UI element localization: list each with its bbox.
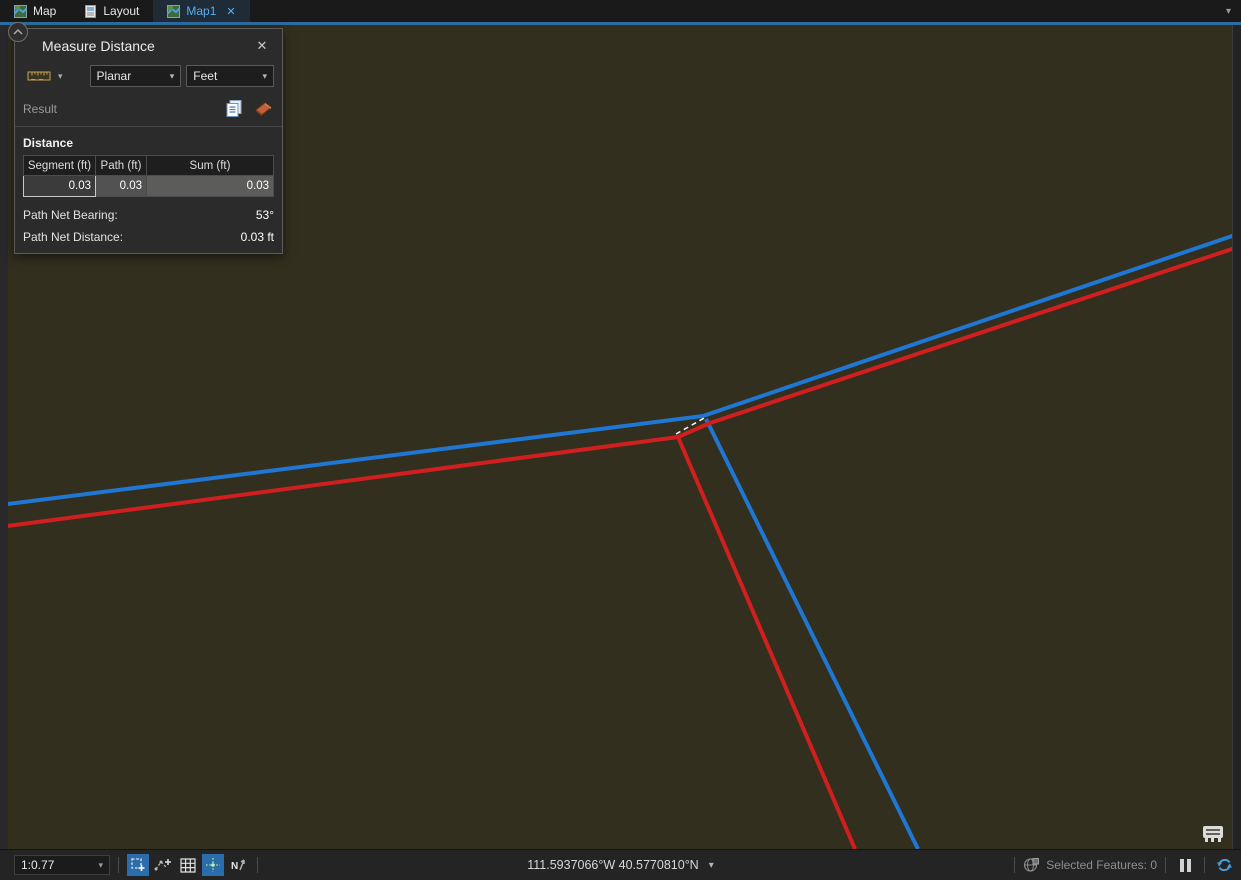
path-net-bearing-value: 53° xyxy=(256,208,274,222)
dialog-title-bar[interactable]: Measure Distance ✕ xyxy=(15,29,282,63)
path-net-bearing-label: Path Net Bearing: xyxy=(23,208,118,222)
map-thumbnail-icon xyxy=(167,5,180,18)
divider xyxy=(1165,857,1166,873)
clear-results-eraser-icon[interactable] xyxy=(253,100,274,117)
refresh-view-button[interactable] xyxy=(1213,854,1235,876)
path-value-cell: 0.03 xyxy=(96,176,147,197)
coordinate-value: 111.5937066°W 40.5770810°N xyxy=(527,858,698,872)
chevron-up-icon xyxy=(12,28,24,36)
extent-add-toggle[interactable] xyxy=(127,854,149,876)
snapping-toggle[interactable] xyxy=(202,854,224,876)
tab-map[interactable]: Map xyxy=(0,0,70,22)
chevron-down-icon: ▾ xyxy=(262,71,267,82)
map-thumbnail-icon xyxy=(14,5,27,18)
blue-line-branch xyxy=(706,419,918,849)
measure-unit-value: Feet xyxy=(193,69,217,83)
divider xyxy=(257,857,258,873)
chevron-down-icon: ▾ xyxy=(709,860,714,871)
path-net-bearing-row: Path Net Bearing: 53° xyxy=(15,204,282,226)
close-icon[interactable]: ✕ xyxy=(252,36,272,56)
tab-map1-label: Map1 xyxy=(186,4,216,18)
sum-column-header: Sum (ft) xyxy=(147,156,274,176)
tab-map-label: Map xyxy=(33,4,56,18)
path-net-distance-label: Path Net Distance: xyxy=(23,230,123,244)
segment-column-header: Segment (ft) xyxy=(24,156,96,176)
coordinate-display[interactable]: 111.5937066°W 40.5770810°N ▾ xyxy=(527,858,714,872)
distance-table-value-row: 0.03 0.03 0.03 xyxy=(24,176,274,197)
north-arrow-icon: N xyxy=(229,857,247,873)
map-scale-value: 1:0.77 xyxy=(21,858,54,872)
blue-line-main xyxy=(0,233,1241,505)
red-feature-line xyxy=(0,246,1241,849)
chevron-down-icon: ▾ xyxy=(58,71,63,82)
status-bar: 1:0.77 ▾ xyxy=(0,849,1241,880)
divider xyxy=(1014,857,1015,873)
collapse-overlay-button[interactable] xyxy=(8,22,28,42)
ruler-icon xyxy=(27,69,51,83)
chevron-down-icon: ▾ xyxy=(170,71,175,82)
blue-feature-line xyxy=(0,233,1241,849)
measure-distance-dialog: Measure Distance ✕ ▾ Planar ▾ Feet ▾ xyxy=(14,28,283,254)
attribute-table-overlay-button[interactable] xyxy=(1199,822,1227,846)
dashed-extent-plus-icon xyxy=(130,857,146,873)
red-line-main xyxy=(0,246,1241,527)
sketch-plus-icon xyxy=(154,857,172,873)
map-scale-combobox[interactable]: 1:0.77 ▾ xyxy=(14,855,110,875)
left-pane-edge xyxy=(0,25,8,849)
distance-section-label: Distance xyxy=(15,127,282,154)
globe-selection-icon xyxy=(1023,857,1040,873)
tab-layout-label: Layout xyxy=(103,4,139,18)
divider xyxy=(118,857,119,873)
measure-unit-select[interactable]: Feet ▾ xyxy=(186,65,274,87)
refresh-icon xyxy=(1216,857,1233,873)
sum-value-cell: 0.03 xyxy=(147,176,274,197)
path-net-distance-row: Path Net Distance: 0.03 ft xyxy=(15,226,282,253)
dialog-title: Measure Distance xyxy=(42,38,155,54)
distance-table-header-row: Segment (ft) Path (ft) Sum (ft) xyxy=(24,156,274,176)
result-label: Result xyxy=(23,102,57,116)
arcgis-pro-window: Map Layout Map1 ✕ ▾ xyxy=(0,0,1241,880)
svg-text:N: N xyxy=(231,861,238,872)
tab-close-icon[interactable]: ✕ xyxy=(226,5,235,18)
status-bar-right: Selected Features: 0 xyxy=(1006,854,1235,876)
status-toggle-icons: N xyxy=(127,854,249,876)
tab-layout[interactable]: Layout xyxy=(70,0,153,22)
divider xyxy=(1204,857,1205,873)
measure-mode-button[interactable]: ▾ xyxy=(23,67,67,85)
red-line-branch xyxy=(678,437,855,849)
tab-overflow-chevron-icon[interactable]: ▾ xyxy=(1216,0,1241,22)
measure-type-select[interactable]: Planar ▾ xyxy=(90,65,182,87)
result-row: Result xyxy=(15,95,282,127)
layout-thumbnail-icon xyxy=(84,5,97,18)
pause-icon xyxy=(1180,859,1191,872)
measure-toolbar: ▾ Planar ▾ Feet ▾ xyxy=(15,63,282,95)
pause-drawing-button[interactable] xyxy=(1174,854,1196,876)
path-column-header: Path (ft) xyxy=(96,156,147,176)
path-net-distance-value: 0.03 ft xyxy=(241,230,274,244)
selected-features-indicator[interactable]: Selected Features: 0 xyxy=(1023,857,1157,873)
view-tab-bar: Map Layout Map1 ✕ ▾ xyxy=(0,0,1241,22)
segment-value-cell[interactable]: 0.03 xyxy=(24,176,96,197)
sketch-add-toggle[interactable] xyxy=(152,854,174,876)
tab-map1[interactable]: Map1 ✕ xyxy=(153,0,249,22)
table-icon xyxy=(1200,823,1226,845)
grid-icon xyxy=(180,858,196,873)
snapping-dots-icon xyxy=(205,857,221,873)
measure-type-value: Planar xyxy=(97,69,132,83)
right-pane-edge xyxy=(1232,25,1241,849)
grid-toggle[interactable] xyxy=(177,854,199,876)
north-arrow-toggle[interactable]: N xyxy=(227,854,249,876)
distance-table: Segment (ft) Path (ft) Sum (ft) 0.03 0.0… xyxy=(23,155,274,197)
chevron-down-icon: ▾ xyxy=(98,860,103,871)
selected-features-label: Selected Features: 0 xyxy=(1046,858,1157,872)
copy-result-icon[interactable] xyxy=(225,99,244,118)
